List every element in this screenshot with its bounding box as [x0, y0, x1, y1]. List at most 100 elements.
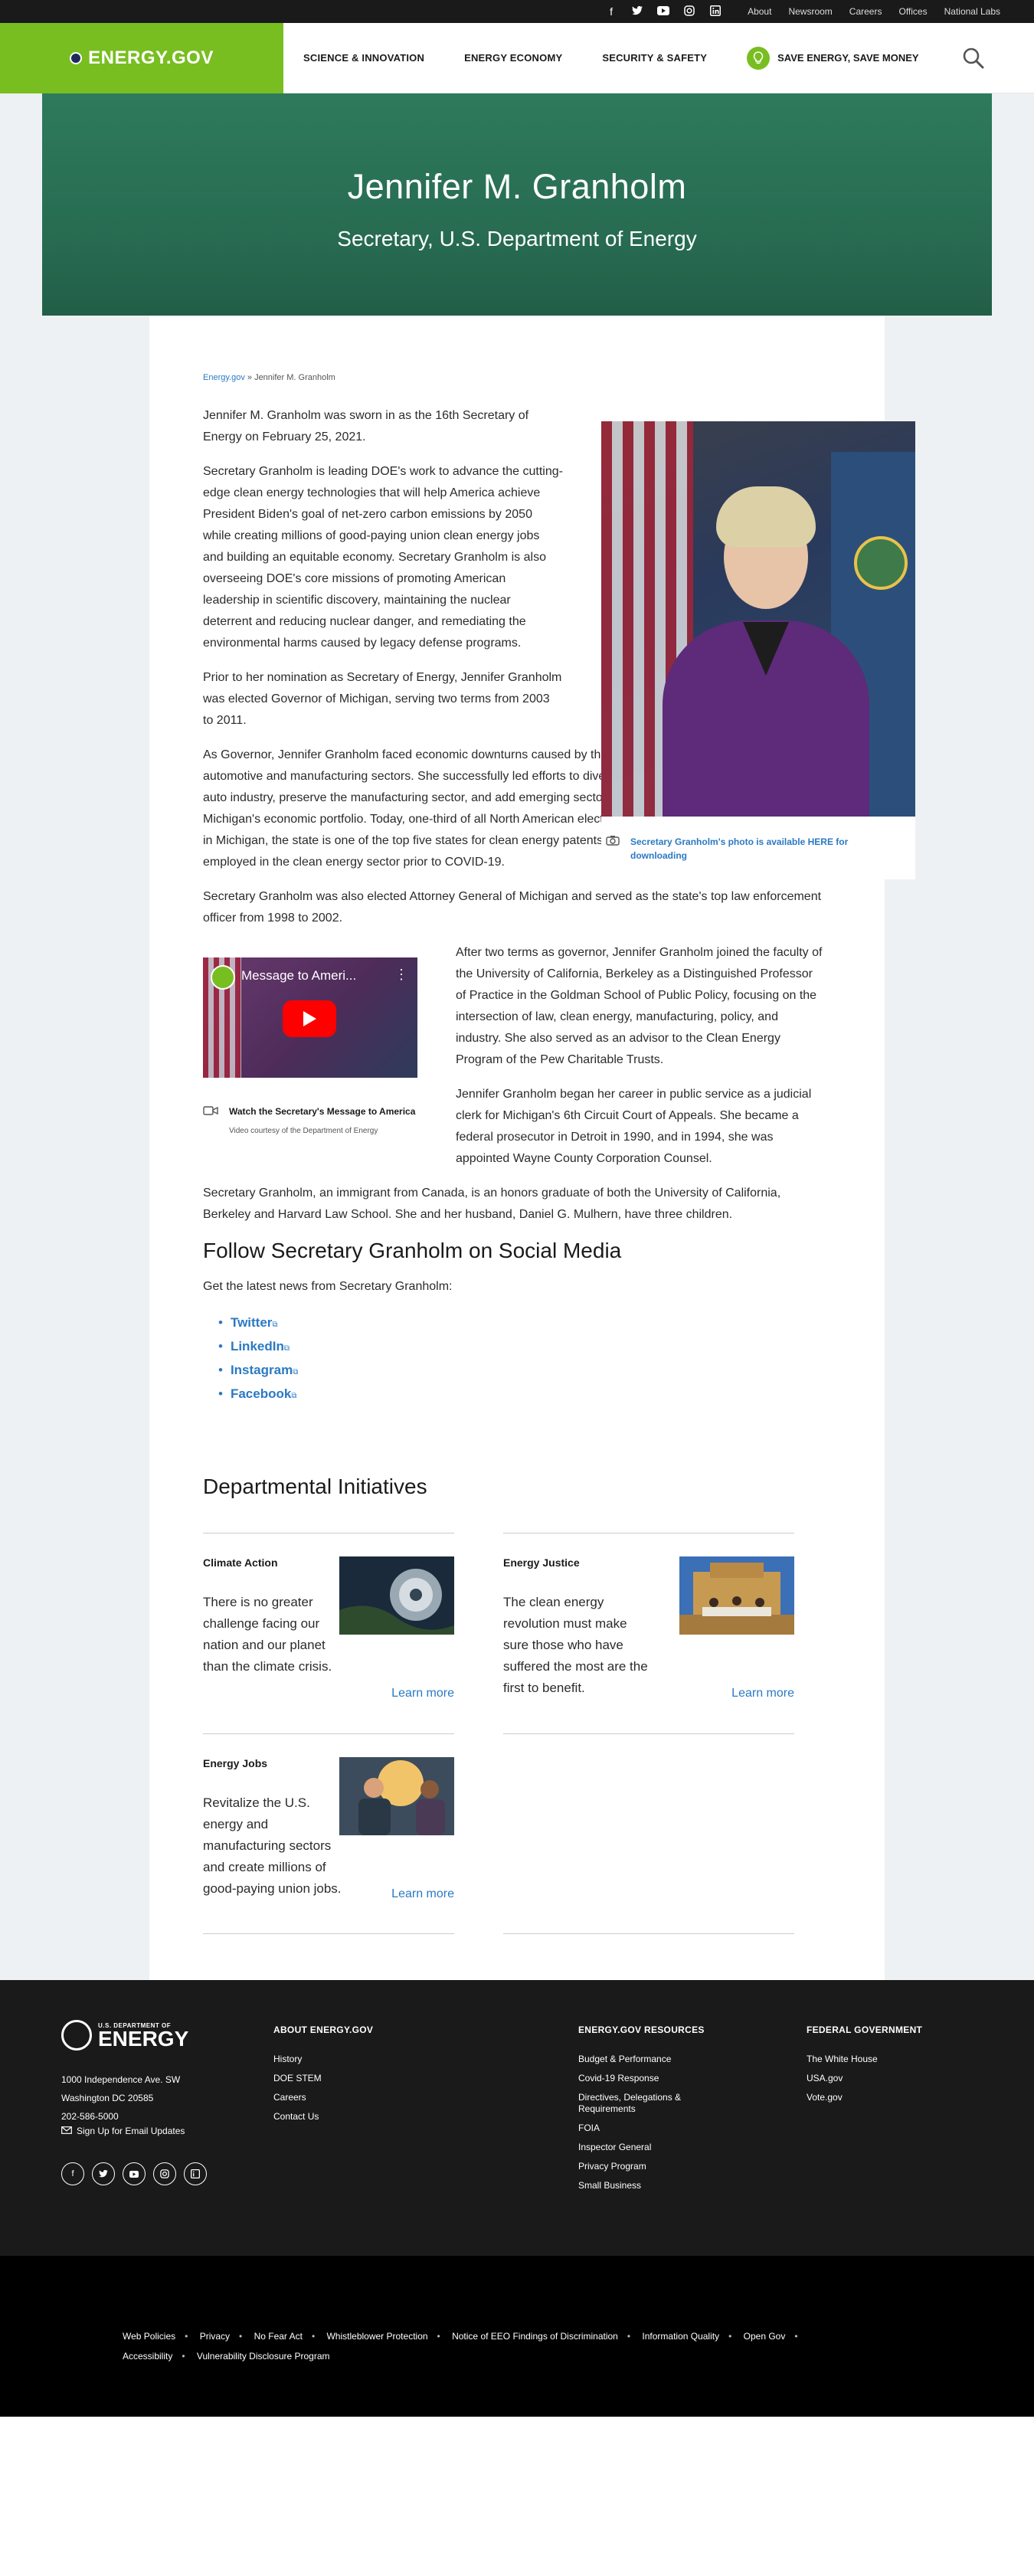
legal-link[interactable]: Open Gov — [744, 2331, 786, 2342]
list-item: Facebook⧉ — [218, 1383, 831, 1407]
main-content: Energy.gov » Jennifer M. Granholm Secret… — [149, 316, 915, 1980]
video-side-text: After two terms as governor, Jennifer Gr… — [456, 942, 823, 1183]
social-link-list: Twitter⧉ LinkedIn⧉ Instagram⧉ Facebook⧉ — [203, 1312, 831, 1407]
legal-link[interactable]: Accessibility — [123, 2351, 172, 2362]
instagram-link[interactable]: Instagram — [231, 1363, 293, 1377]
footer-link[interactable]: Careers — [273, 2092, 373, 2103]
envelope-icon — [61, 2126, 72, 2136]
instagram-icon[interactable] — [683, 5, 695, 18]
footer-column-federal: FEDERAL GOVERNMENT The White House USA.g… — [807, 2024, 922, 2111]
topnav-national-labs-link[interactable]: National Labs — [944, 6, 1000, 17]
footer-link[interactable]: Vote.gov — [807, 2092, 922, 2103]
facebook-icon[interactable]: f — [605, 5, 617, 18]
video-caption-credit: Video courtesy of the Department of Ener… — [229, 1127, 378, 1135]
initiatives-section: Departmental Initiatives Climate Action … — [203, 1475, 831, 1934]
legal-link[interactable]: Whistleblower Protection — [326, 2331, 427, 2342]
initiative-card-energy-jobs: Energy Jobs Revitalize the U.S. energy a… — [203, 1733, 454, 1934]
breadcrumb-separator: » — [244, 373, 255, 382]
breadcrumb-current: Jennifer M. Granholm — [254, 373, 335, 382]
list-item: Instagram⧉ — [218, 1360, 831, 1383]
external-link-icon: ⧉ — [272, 1321, 278, 1329]
email-signup-link[interactable]: Sign Up for Email Updates — [61, 2126, 185, 2136]
footer-link[interactable]: History — [273, 2054, 373, 2065]
youtube-icon[interactable] — [123, 2162, 146, 2185]
topnav-newsroom-link[interactable]: Newsroom — [788, 6, 832, 17]
site-logo[interactable]: ENERGY.GOV — [0, 22, 283, 93]
nav-menu: SCIENCE & INNOVATION ENERGY ECONOMY SECU… — [303, 52, 707, 64]
topnav-careers-link[interactable]: Careers — [849, 6, 882, 17]
footer-link[interactable]: USA.gov — [807, 2073, 922, 2084]
site-logo-text: ENERGY.GOV — [88, 47, 214, 68]
legal-link[interactable]: No Fear Act — [254, 2331, 303, 2342]
footer-link[interactable]: Budget & Performance — [578, 2054, 731, 2065]
legal-link[interactable]: Vulnerability Disclosure Program — [197, 2351, 330, 2362]
footer-link[interactable]: DOE STEM — [273, 2073, 373, 2084]
legal-links: Web Policies • Privacy • No Fear Act • Whis… — [123, 2331, 798, 2362]
linkedin-icon[interactable] — [184, 2162, 207, 2185]
learn-more-link[interactable]: Learn more — [391, 1887, 454, 1901]
footer-link[interactable]: FOIA — [578, 2123, 731, 2134]
nav-science-innovation[interactable]: SCIENCE & INNOVATION — [303, 52, 424, 64]
twitter-icon[interactable] — [92, 2162, 115, 2185]
social-follow-section: Follow Secretary Granholm on Social Medi… — [203, 1239, 831, 1407]
save-energy-label[interactable]: SAVE ENERGY, SAVE MONEY — [777, 52, 918, 64]
social-links: f — [605, 5, 722, 18]
twitter-link[interactable]: Twitter — [231, 1315, 272, 1330]
legal-link[interactable]: Information Quality — [642, 2331, 719, 2342]
learn-more-link[interactable]: Learn more — [391, 1687, 454, 1700]
nav-energy-economy[interactable]: ENERGY ECONOMY — [464, 52, 562, 64]
linkedin-link[interactable]: LinkedIn — [231, 1339, 284, 1353]
learn-more-link[interactable]: Learn more — [731, 1687, 794, 1700]
topnav-about-link[interactable]: About — [748, 6, 771, 17]
footer-link[interactable]: Inspector General — [578, 2142, 731, 2153]
email-signup-label: Sign Up for Email Updates — [77, 2126, 185, 2136]
save-energy-link[interactable]: SAVE ENERGY, SAVE MONEY — [747, 46, 919, 70]
facebook-link[interactable]: Facebook — [231, 1386, 291, 1401]
footer-link[interactable]: Privacy Program — [578, 2161, 731, 2172]
secretary-portrait-image — [601, 421, 915, 817]
content-background: Energy.gov » Jennifer M. Granholm Secret… — [0, 316, 1034, 1980]
footer-link[interactable]: The White House — [807, 2054, 922, 2065]
more-vert-icon[interactable]: ⋮ — [394, 967, 408, 983]
search-icon[interactable] — [960, 45, 987, 71]
breadcrumb: Energy.gov » Jennifer M. Granholm — [203, 373, 831, 382]
bio-paragraph: Secretary Granholm is leading DOE's work… — [203, 465, 563, 650]
footer-column-heading: FEDERAL GOVERNMENT — [807, 2024, 923, 2035]
footer-link[interactable]: Directives, Delegations & Requirements — [578, 2092, 731, 2115]
bio-paragraph: Secretary Granholm was also elected Atto… — [203, 890, 822, 925]
footer-link[interactable]: Covid-19 Response — [578, 2073, 731, 2084]
community-image — [679, 1556, 794, 1635]
bio-paragraph: Jennifer Granholm began her career in pu… — [456, 1088, 812, 1165]
video-camera-icon — [203, 1105, 218, 1135]
topnav-offices-link[interactable]: Offices — [898, 6, 927, 17]
breadcrumb-home-link[interactable]: Energy.gov — [203, 373, 245, 382]
youtube-icon[interactable] — [657, 5, 670, 18]
camera-icon — [606, 835, 620, 849]
footer-link[interactable]: Contact Us — [273, 2111, 373, 2123]
legal-link[interactable]: Web Policies — [123, 2331, 175, 2342]
hurricane-image — [339, 1556, 454, 1635]
utility-bar: f About Newsroom Careers Offices Nationa… — [0, 0, 1034, 23]
footer-logo[interactable]: U.S. DEPARTMENT OF ENERGY — [61, 2020, 188, 2051]
instagram-icon[interactable] — [153, 2162, 176, 2185]
footer-link[interactable]: Small Business — [578, 2180, 731, 2191]
twitter-icon[interactable] — [631, 5, 643, 18]
video-embed: Message to Ameri... ⋮ Watch the Secretar… — [203, 942, 417, 1183]
external-link-icon: ⧉ — [291, 1392, 297, 1400]
nav-security-safety[interactable]: SECURITY & SAFETY — [602, 52, 707, 64]
legal-link[interactable]: Notice of EEO Findings of Discrimination — [452, 2331, 618, 2342]
legal-link[interactable]: Privacy — [200, 2331, 230, 2342]
list-item: LinkedIn⧉ — [218, 1336, 831, 1360]
linkedin-icon[interactable] — [709, 5, 722, 18]
doe-seal-icon — [61, 2020, 92, 2051]
footer-column-heading: ENERGY.GOV RESOURCES — [578, 2024, 705, 2035]
address-line: 1000 Independence Ave. SW — [61, 2074, 181, 2085]
facebook-icon[interactable]: f — [61, 2162, 84, 2185]
initiative-card-energy-justice: Energy Justice The clean energy revoluti… — [503, 1533, 794, 1733]
play-icon[interactable] — [283, 1000, 336, 1037]
photo-download-link[interactable]: Secretary Granholm's photo is available … — [630, 835, 883, 862]
doe-seal-icon — [70, 51, 83, 64]
photo-caption: Secretary Granholm's photo is available … — [601, 817, 915, 862]
video-player[interactable]: Message to Ameri... ⋮ — [203, 957, 417, 1078]
video-caption: Watch the Secretary's Message to America… — [203, 1105, 417, 1135]
